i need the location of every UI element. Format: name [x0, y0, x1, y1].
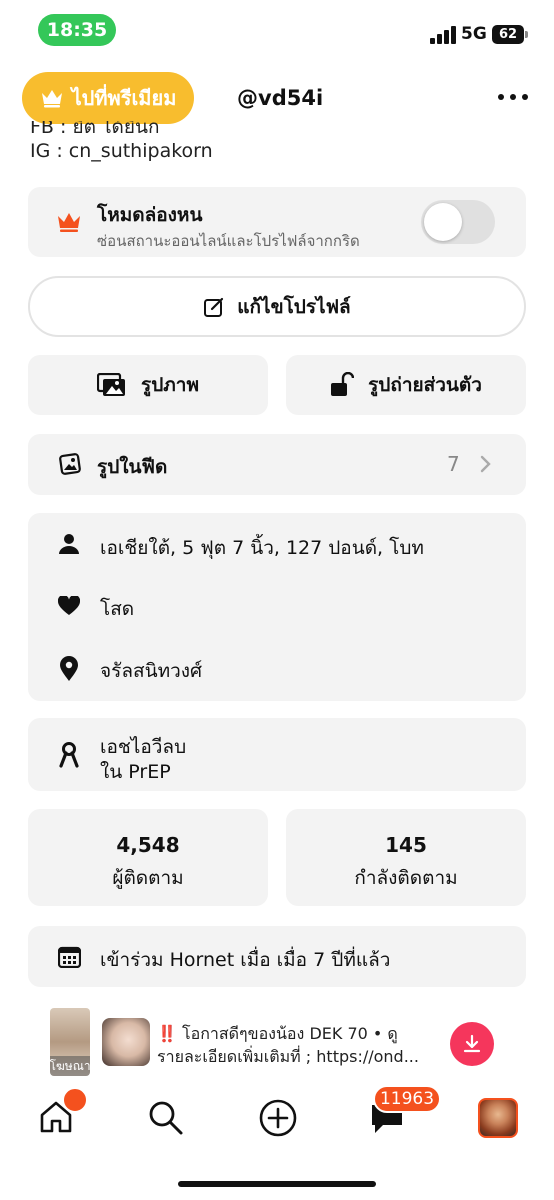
joined-label: เข้าร่วม Hornet เมื่อ เมื่อ 7 ปีที่แล้ว [100, 949, 391, 971]
feed-photos-label: รูปในฟีด [97, 456, 168, 478]
ad-text-line1[interactable]: ‼️ โอกาสดีๆของน้อง DEK 70 • ดู [157, 1022, 437, 1047]
details-stats: เอเชียใต้, 5 ฟุต 7 นิ้ว, 127 ปอนด์, โบท [100, 537, 424, 559]
private-photos-button[interactable]: รูปถ่ายส่วนตัว [286, 355, 526, 415]
edit-profile-button[interactable]: แก้ไขโปรไฟล์ [28, 276, 526, 337]
battery-icon: 62 [492, 25, 528, 44]
public-photos-label: รูปภาพ [141, 374, 199, 396]
home-notification-dot [62, 1087, 88, 1113]
feed-photos-count: 7 [447, 452, 460, 476]
status-bar: 18:35 5G 62 [0, 0, 554, 62]
prep-status: ใน PrEP [100, 761, 171, 783]
followers-count: 4,548 [116, 833, 180, 857]
unlock-icon [331, 372, 355, 396]
location-label: จรัลสนิทวงศ์ [100, 660, 203, 682]
calendar-icon [58, 946, 81, 968]
edit-icon [204, 297, 224, 317]
go-premium-label: ไปที่พรีเมียม [71, 86, 177, 110]
followers-label: ผู้ติดตาม [112, 867, 184, 889]
ad-thumbnail[interactable]: โฆษณา [50, 1008, 90, 1076]
awareness-ribbon-icon [59, 742, 79, 768]
ad-image[interactable] [102, 1018, 150, 1066]
followers-card[interactable]: 4,548 ผู้ติดตาม [28, 809, 268, 906]
go-premium-button[interactable]: ไปที่พรีเมียม [22, 72, 194, 124]
ad-tag: โฆษณา [50, 1056, 90, 1076]
messages-badge: 11963 [373, 1085, 441, 1113]
network-label: 5G [461, 24, 487, 44]
bio-partial-line: FB : ยิต ได้ยินก [30, 121, 160, 135]
profile-username: @vd54i [237, 86, 324, 110]
person-icon [59, 534, 79, 554]
battery-level: 62 [498, 27, 518, 42]
ad-download-button[interactable] [450, 1022, 494, 1066]
public-photos-button[interactable]: รูปภาพ [28, 355, 268, 415]
incognito-crown-icon [58, 213, 80, 232]
profile-avatar-tab[interactable] [478, 1098, 518, 1138]
incognito-title: โหมดล่องหน [97, 204, 203, 226]
incognito-subtitle: ซ่อนสถานะออนไลน์และโปรไฟล์จากกริด [97, 232, 360, 250]
crown-icon [41, 90, 62, 108]
add-post-icon[interactable] [258, 1098, 298, 1138]
signal-icon [430, 26, 456, 44]
private-photos-label: รูปถ่ายส่วนตัว [368, 374, 482, 396]
status-time: 18:35 [38, 14, 116, 46]
toggle-knob [424, 203, 462, 241]
search-icon[interactable] [147, 1099, 185, 1137]
relationship-status: โสด [100, 598, 135, 620]
following-count: 145 [385, 833, 427, 857]
feed-photo-icon [59, 453, 81, 475]
more-options-icon[interactable] [498, 94, 528, 102]
bio-ig-line: IG : cn_suthipakorn [30, 140, 213, 162]
ad-text-line2[interactable]: รายละเอียดเพิ่มเติมที่ ; https://ond... [157, 1045, 422, 1070]
following-label: กำลังติดตาม [354, 867, 458, 889]
location-pin-icon [60, 656, 78, 681]
photos-icon [97, 373, 125, 396]
edit-profile-label: แก้ไขโปรไฟล์ [237, 295, 351, 318]
heart-icon [58, 596, 80, 615]
incognito-toggle[interactable] [421, 200, 495, 244]
following-card[interactable]: 145 กำลังติดตาม [286, 809, 526, 906]
chevron-right-icon [480, 455, 491, 473]
download-icon [463, 1034, 481, 1053]
home-indicator [178, 1181, 376, 1187]
